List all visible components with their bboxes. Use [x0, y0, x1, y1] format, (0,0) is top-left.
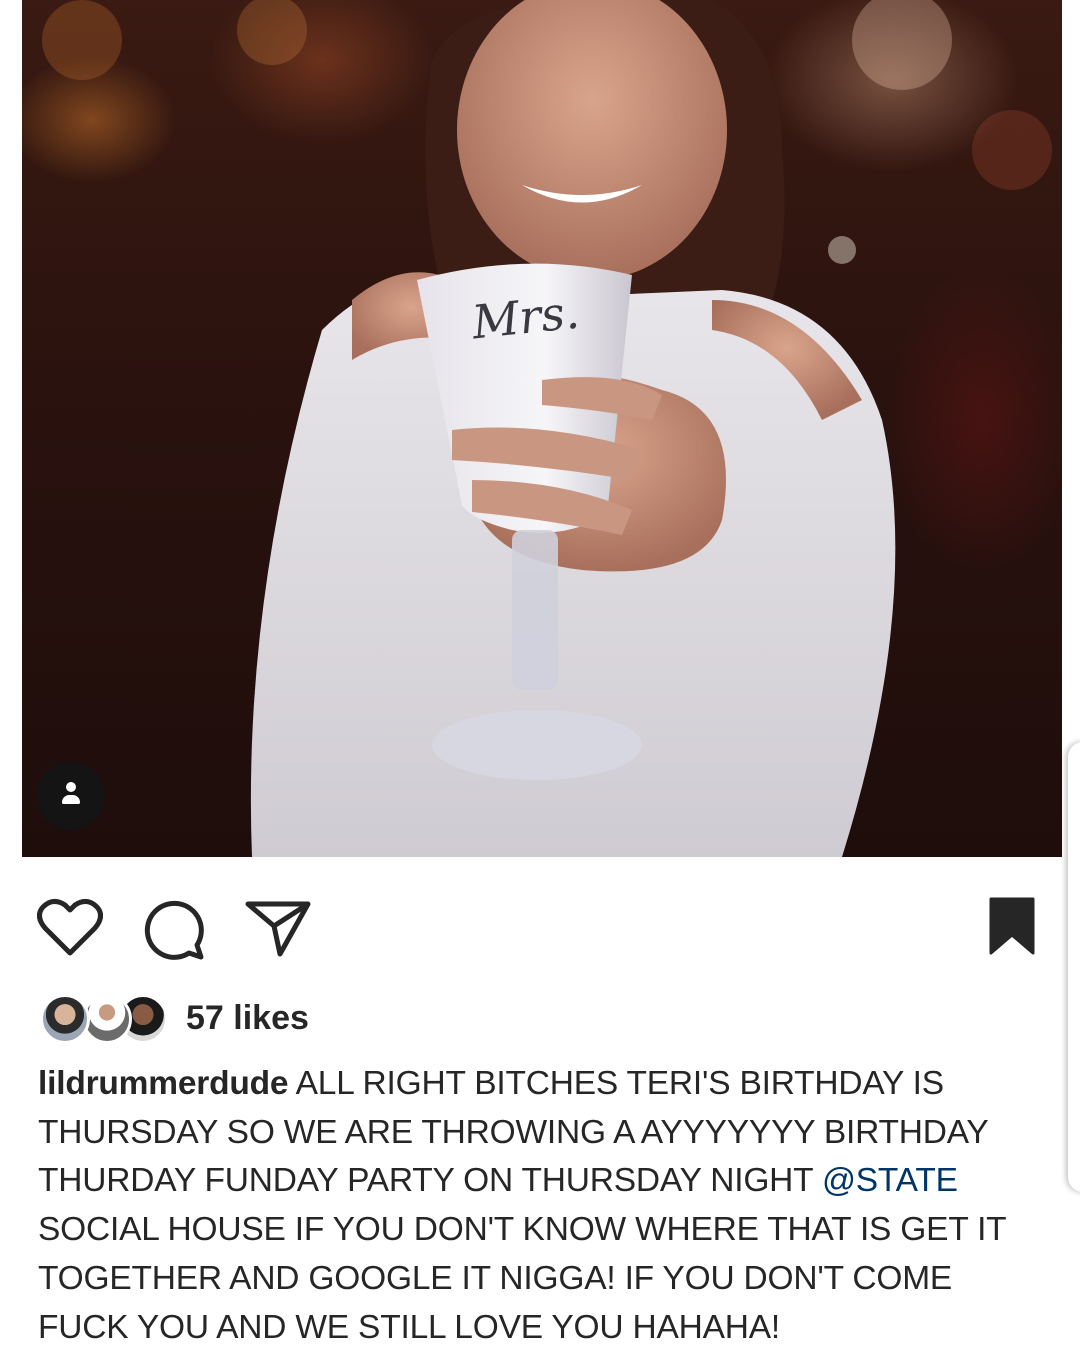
instagram-post: Mrs. 57 likes lildrummerdude ALL RIGHT B…: [0, 0, 1080, 1350]
photo-illustration: [42, 0, 1052, 857]
person-tag-icon-body: [62, 795, 80, 804]
tag-people-button[interactable]: [37, 762, 105, 830]
caption-mention-link[interactable]: @STATE: [822, 1162, 958, 1199]
caption-text-continued: SOCIAL HOUSE IF YOU DON'T KNOW WHERE THA…: [38, 1211, 1006, 1346]
post-photo[interactable]: Mrs.: [22, 0, 1062, 857]
person-tag-icon: [66, 782, 76, 792]
cup-text: Mrs.: [469, 284, 582, 350]
heart-icon[interactable]: [37, 898, 103, 958]
post-caption: lildrummerdude ALL RIGHT BITCHES TERI'S …: [38, 1060, 1048, 1350]
paper-plane-icon[interactable]: [244, 898, 312, 958]
bookmark-icon[interactable]: [989, 897, 1035, 955]
likes-row[interactable]: 57 likes: [40, 992, 309, 1044]
edge-scroll-handle[interactable]: [1068, 742, 1080, 1192]
speech-bubble-icon[interactable]: [143, 899, 205, 961]
caption-username[interactable]: lildrummerdude: [38, 1065, 289, 1102]
liker-avatars[interactable]: [40, 992, 168, 1044]
avatar: [40, 994, 90, 1044]
likes-count[interactable]: 57 likes: [186, 999, 309, 1038]
